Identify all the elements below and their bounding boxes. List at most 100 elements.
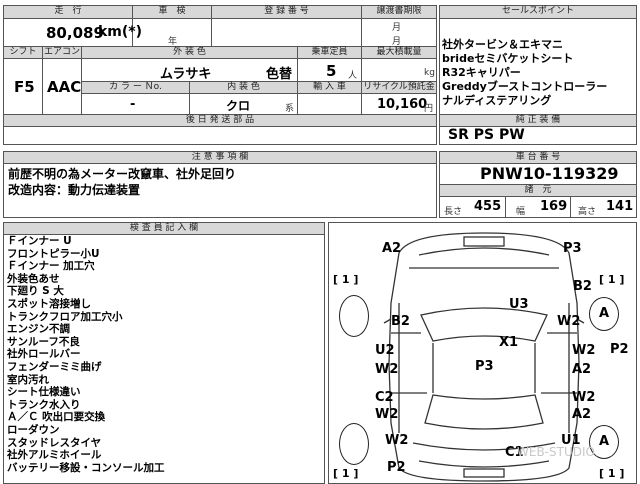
ext-color-header: 外 装 色: [82, 47, 297, 58]
sales-point-line: R32キャリパー: [442, 66, 521, 79]
note-line: 改造内容：動力伝達装置: [8, 183, 141, 197]
inspector-line: ローダウン: [7, 423, 60, 436]
color-no-header: カ ラ ー Ｎo.: [82, 82, 189, 93]
length-value: 455: [474, 199, 502, 214]
sales-point-line: brideセミバケットシート: [442, 52, 574, 65]
note-line: 前歴不明の為メーター改竄車、社外足回り: [8, 167, 237, 181]
bracket-mark: [ 1 ]: [333, 467, 359, 480]
mileage-value: 80,089: [46, 24, 104, 42]
height-value: 141: [606, 199, 634, 214]
inspector-line: 外装色あせ: [7, 272, 60, 285]
inspector-line: 室内汚れ: [7, 373, 49, 386]
diagram-mark: W2: [375, 362, 399, 377]
diagram-mark: X1: [499, 335, 519, 350]
inspector-line: バッテリー移設・コンソール加工: [7, 461, 165, 474]
divider: [4, 18, 436, 19]
inspector-list: Ｆインナー U フロントピラー小U Ｆインナー 加工穴 外装色あせ 下廻り S …: [7, 235, 165, 474]
transfer-month: 月: [392, 23, 402, 33]
chassis-header: 車 台 番 号: [440, 152, 636, 163]
divider: [4, 58, 436, 59]
equipment-value: SR PS PW: [448, 127, 525, 143]
diagram-mark: A: [598, 306, 610, 321]
ext-color-value: ムラサキ: [160, 67, 212, 82]
diagram-mark: W2: [375, 407, 399, 422]
sales-point-line: 社外タービン＆エキマニ: [442, 38, 563, 51]
sales-points-header: セールスポイント: [440, 6, 636, 18]
notes-header: 注 意 事 項 欄: [4, 152, 436, 163]
diagram-mark: P3: [475, 359, 494, 374]
int-color-value: クロ: [226, 99, 251, 113]
width-label: 幅: [516, 207, 526, 217]
diagram-mark: W2: [557, 314, 581, 329]
diagram-mark: C2: [375, 390, 394, 405]
inspector-line: 社外ロールバー: [7, 348, 81, 361]
diagram-mark: P2: [610, 342, 629, 357]
inspector-line: Ｆインナー 加工穴: [7, 260, 95, 273]
inspection-header: 車 検: [133, 6, 211, 18]
dimensions-header: 諸 元: [440, 185, 636, 196]
width-value: 169: [540, 199, 568, 214]
divider: [440, 18, 636, 19]
height-label: 高さ: [578, 207, 597, 217]
capacity-value: 5: [326, 62, 337, 80]
loadcap-header: 最大積載量: [362, 47, 436, 58]
diagram-mark: W2: [385, 433, 409, 448]
recycle-unit: 円: [424, 104, 434, 114]
int-color-unit: 系: [285, 104, 295, 114]
wheel-front-left: [339, 295, 369, 337]
mileage-header: 走 行: [4, 6, 132, 18]
watermark: WEB-STUDIO: [517, 445, 595, 459]
color-no-value: -: [130, 97, 136, 112]
divider: [440, 196, 636, 197]
recycle-value: 10,160: [377, 97, 428, 112]
diagram-mark: A2: [572, 362, 592, 377]
sales-points-list: 社外タービン＆エキマニ brideセミバケットシート R32キャリパー Gred…: [442, 38, 607, 108]
inspector-header: 検 査 員 記 入 欄: [4, 223, 324, 234]
diagram-mark: A2: [572, 407, 592, 422]
equipment-header: 純 正 装 備: [440, 115, 636, 126]
diagram-mark: B2: [391, 314, 410, 329]
wheel-rear-left: [339, 423, 369, 465]
diagram-mark: W2: [572, 343, 596, 358]
capacity-header: 乗車定員: [298, 47, 361, 58]
notes-list: 前歴不明の為メーター改竄車、社外足回り 改造内容：動力伝達装置: [8, 166, 236, 198]
diagram-mark: W2: [572, 390, 596, 405]
inspector-line: フロントピラー小U: [7, 247, 100, 260]
sales-point-line: Greddyブーストコントローラー: [442, 80, 608, 93]
capacity-unit: 人: [348, 71, 358, 81]
divider: [82, 93, 436, 94]
inspector-line: トランクフロア加工穴小: [7, 310, 123, 323]
car-diagram-box: A A A2 P3 B2 U3 B2 W2 X1 U2 W2 W2 P2 P3 …: [328, 222, 637, 484]
retrofit-header: 後 日 発 送 部 品: [4, 115, 436, 126]
inspector-line: スポット溶接増し: [7, 297, 91, 310]
bracket-mark: [ 1 ]: [599, 273, 625, 286]
divider: [505, 196, 506, 217]
shift-value: F5: [14, 78, 35, 96]
divider: [4, 163, 436, 164]
inspector-line: サンルーフ不良: [7, 335, 80, 348]
divider: [570, 196, 571, 217]
bracket-mark: [ 1 ]: [599, 467, 625, 480]
inspector-line: トランク水入り: [7, 398, 81, 411]
divider: [211, 6, 212, 46]
inspector-line: エンジン不調: [7, 323, 70, 336]
divider: [4, 126, 436, 127]
inspector-line: 社外アルミホイール: [7, 449, 102, 462]
recycle-header: リサイクル預託金: [362, 82, 436, 93]
color-change-flag: 色替: [266, 67, 293, 82]
inspector-line: シート仕様違い: [7, 386, 81, 399]
inspector-line: スタッドレスタイヤ: [7, 436, 102, 449]
diagram-mark: P2: [387, 460, 406, 475]
sales-point-line: ナルディステアリング: [442, 94, 552, 107]
mileage-unit: km(*): [98, 24, 143, 40]
int-color-header: 内 装 色: [190, 82, 297, 93]
inspector-line: Ｆインナー U: [7, 235, 72, 247]
loadcap-unit: kg: [424, 68, 435, 78]
import-header: 輸 入 車: [298, 82, 361, 93]
inspector-line: フェンダーミミ曲げ: [7, 360, 102, 373]
inspector-line: 下廻り S 大: [7, 285, 64, 298]
diagram-mark: P3: [563, 241, 582, 256]
diagram-mark: U2: [375, 343, 395, 358]
diagram-mark: U3: [509, 297, 529, 312]
diagram-mark: A2: [382, 241, 402, 256]
